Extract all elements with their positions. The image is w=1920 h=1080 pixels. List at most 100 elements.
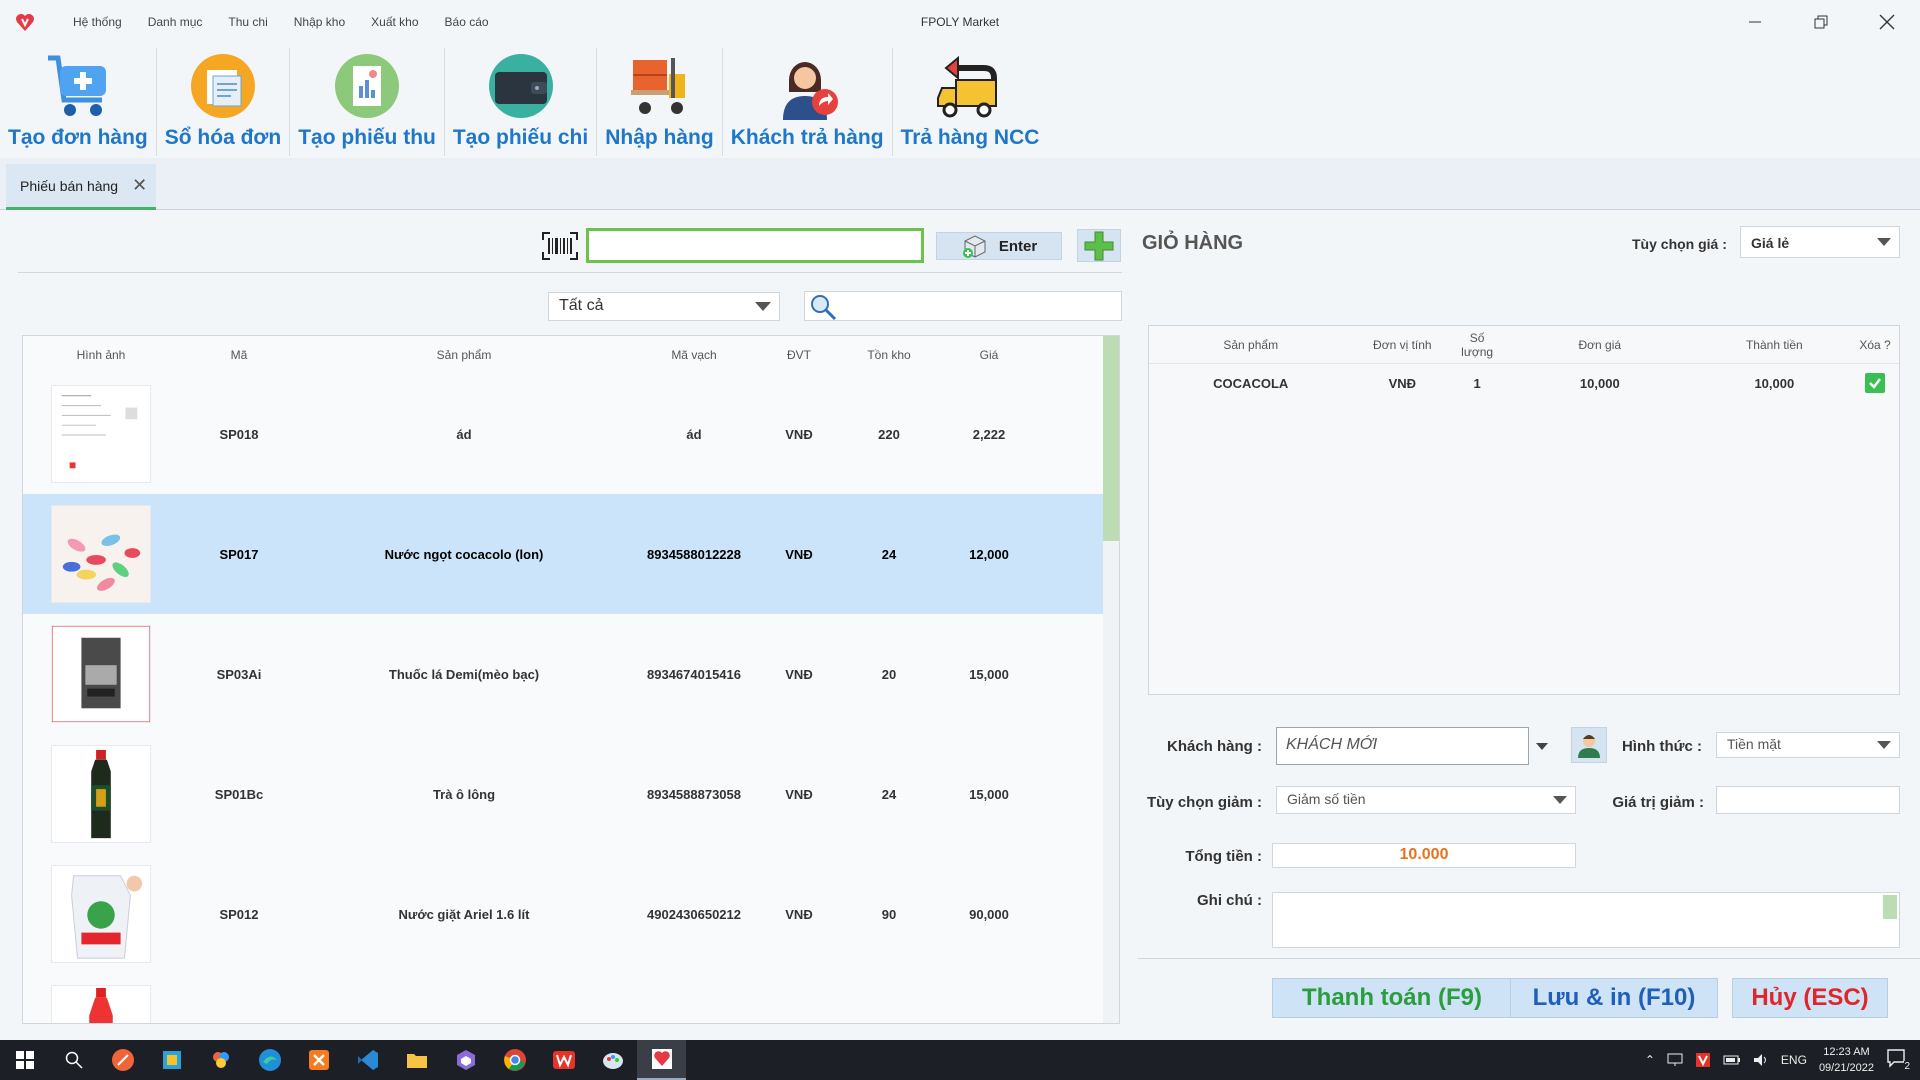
start-button[interactable] (0, 1040, 49, 1080)
menu-xuat-kho[interactable]: Xuất kho (358, 15, 431, 29)
taskbar-app-3[interactable] (196, 1040, 245, 1080)
product-search-input[interactable] (804, 291, 1122, 321)
customer-return-icon (783, 62, 839, 120)
ribbon-supplier-return[interactable]: Trả hàng NCC (893, 48, 1048, 156)
title-bar: Hệ thống Danh mục Thu chi Nhập kho Xuất … (0, 0, 1920, 44)
product-image-cell (23, 985, 179, 1023)
tab-sales-slip[interactable]: Phiếu bán hàng ✕ (6, 164, 156, 210)
divider (1138, 958, 1920, 959)
customer-lookup-button[interactable] (1571, 727, 1607, 763)
menu-he-thong[interactable]: Hệ thống (60, 15, 135, 29)
enter-button[interactable]: Enter (936, 232, 1062, 260)
minimize-button[interactable] (1722, 0, 1788, 44)
discount-option-select[interactable]: Giảm số tiền (1276, 786, 1576, 814)
cell-stock: 220 (878, 426, 900, 442)
restore-button[interactable] (1788, 0, 1854, 44)
clock[interactable]: 12:23 AM 09/21/2022 (1819, 1044, 1874, 1076)
product-thumbnail (51, 985, 151, 1023)
ribbon-create-receipt[interactable]: Tạo phiếu thu (290, 48, 445, 156)
add-product-button[interactable] (1077, 229, 1121, 262)
cancel-button[interactable]: Hủy (ESC) (1732, 978, 1888, 1018)
scrollbar-thumb[interactable] (1103, 336, 1119, 541)
colorful-app-icon (212, 1052, 229, 1068)
taskbar-app-2[interactable] (147, 1040, 196, 1080)
menu-danh-muc[interactable]: Danh mục (135, 15, 216, 29)
taskbar-vscode[interactable] (343, 1040, 392, 1080)
menu-thu-chi[interactable]: Thu chi (215, 15, 280, 29)
table-row[interactable]: SP018 ád ád VNĐ 220 2,222 (23, 374, 1119, 494)
col-header-product: Sản phẩm (1223, 337, 1279, 352)
taskbar-paint[interactable] (588, 1040, 637, 1080)
cell-unit: VNĐ (785, 426, 813, 442)
cart-cell-qty[interactable]: 1 (1452, 376, 1502, 391)
user-icon (1578, 735, 1600, 758)
note-label: Ghi chú : (1197, 892, 1262, 909)
taskbar-app-1[interactable] (98, 1040, 147, 1080)
ribbon-import-goods[interactable]: Nhập hàng (597, 48, 723, 156)
ribbon-label: Tạo phiếu thu (298, 126, 436, 149)
barcode-input[interactable] (586, 228, 924, 263)
taskbar-chrome[interactable] (490, 1040, 539, 1080)
product-table-scrollbar[interactable] (1103, 336, 1119, 1023)
taskbar: ⌃ ENG 12:23 AM 09/21/2022 2 (0, 1040, 1920, 1080)
menu-nhap-kho[interactable]: Nhập kho (281, 15, 358, 29)
discount-value-input[interactable] (1716, 786, 1900, 814)
cell-price: 90,000 (969, 906, 1009, 922)
cell-stock: 24 (881, 546, 897, 562)
ribbon-create-order[interactable]: Tạo đơn hàng (0, 48, 157, 156)
table-row[interactable]: SP012 Nước giặt Ariel 1.6 lít 4902430650… (23, 854, 1119, 974)
taskbar-edge[interactable] (245, 1040, 294, 1080)
document-tab-strip: Phiếu bán hàng ✕ (0, 158, 1920, 210)
paint-icon (602, 1053, 623, 1069)
save-print-button[interactable]: Lưu & in (F10) (1510, 978, 1718, 1018)
note-textarea[interactable] (1272, 892, 1900, 948)
cell-barcode: ád (686, 426, 702, 442)
notification-center-button[interactable]: 2 (1886, 1048, 1910, 1072)
taskbar-search-button[interactable] (49, 1040, 98, 1080)
price-option-select[interactable]: Giá lẻ (1740, 226, 1900, 258)
chevron-up-icon[interactable]: ⌃ (1645, 1053, 1655, 1067)
col-header-product: Sản phẩm (436, 348, 492, 362)
taskbar-app-8[interactable] (441, 1040, 490, 1080)
customer-input[interactable]: KHÁCH MỚI (1276, 727, 1529, 765)
taskbar-wps[interactable] (539, 1040, 588, 1080)
cell-stock: 24 (881, 786, 897, 802)
delete-checkbox[interactable] (1865, 373, 1886, 393)
category-selected-value: Tất cả (559, 297, 604, 314)
customer-dropdown-button[interactable] (1531, 727, 1553, 765)
discount-option-label: Tùy chọn giảm : (1146, 794, 1262, 811)
table-row[interactable]: SP017 Nước ngọt cocacolo (lon) 893458801… (23, 494, 1119, 614)
app-logo-icon (16, 14, 34, 31)
pay-button[interactable]: Thanh toán (F9) (1272, 978, 1512, 1018)
taskbar-app-5[interactable] (294, 1040, 343, 1080)
language-indicator[interactable]: ENG (1781, 1053, 1807, 1067)
category-select[interactable]: Tất cả (548, 292, 780, 321)
close-tab-icon[interactable]: ✕ (132, 175, 147, 196)
cell-unit: VNĐ (785, 546, 813, 562)
search-icon (65, 1051, 83, 1069)
note-scrollbar-thumb[interactable] (1883, 895, 1897, 919)
menu-bao-cao[interactable]: Báo cáo (432, 15, 502, 29)
table-row[interactable]: SP03Ai Thuốc lá Demi(mèo bạc) 8934674015… (23, 614, 1119, 734)
cart-title: GIỎ HÀNG (1142, 232, 1244, 254)
total-amount: 10.000 (1272, 843, 1576, 868)
payment-method-select[interactable]: Tiền mặt (1716, 732, 1900, 758)
table-row-partial[interactable] (23, 974, 1119, 1023)
chrome-icon (503, 1049, 526, 1071)
close-icon (1879, 14, 1895, 30)
ribbon-customer-return[interactable]: Khách trả hàng (723, 48, 893, 156)
network-icon[interactable] (1667, 1053, 1683, 1067)
ribbon-label: Khách trả hàng (730, 126, 884, 149)
app-tray-icon[interactable] (1695, 1052, 1711, 1068)
taskbar-fpoly-market[interactable] (637, 1040, 686, 1080)
volume-icon[interactable] (1753, 1053, 1769, 1067)
taskbar-file-explorer[interactable] (392, 1040, 441, 1080)
ribbon-invoice-book[interactable]: Sổ hóa đơn (157, 48, 291, 156)
close-window-button[interactable] (1854, 0, 1920, 44)
payment-method-value: Tiền mặt (1727, 736, 1781, 752)
cart-row[interactable]: COCACOLA VNĐ 1 10,000 10,000 (1149, 364, 1899, 402)
battery-icon[interactable] (1723, 1054, 1741, 1066)
system-tray: ⌃ ENG 12:23 AM 09/21/2022 2 (1645, 1040, 1920, 1080)
ribbon-create-payment[interactable]: Tạo phiếu chi (445, 48, 598, 156)
table-row[interactable]: SP01Bc Trà ô lông 8934588873058 VNĐ 24 1… (23, 734, 1119, 854)
